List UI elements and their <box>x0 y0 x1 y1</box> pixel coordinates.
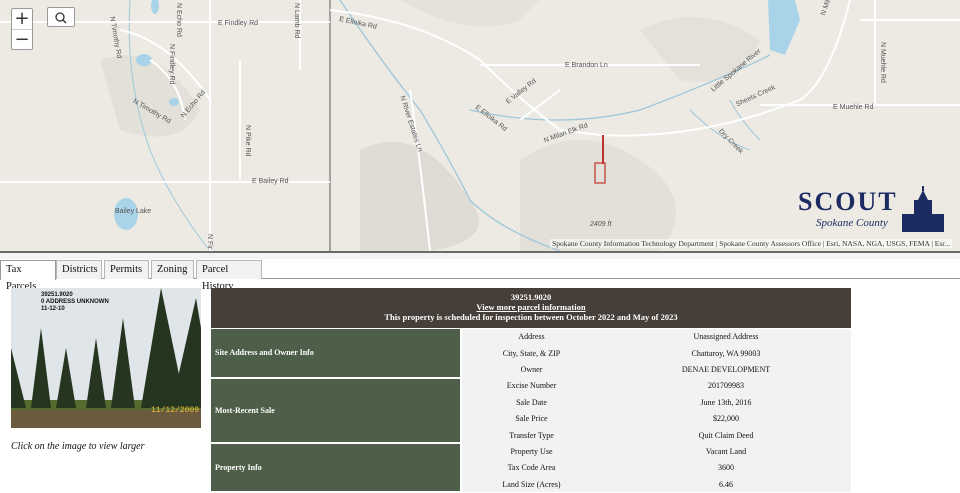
map-view[interactable]: + − N Timothy Rd N Echo Rd E Findley Rd … <box>0 0 960 251</box>
tab-parcel-history[interactable]: Parcel History <box>196 260 262 292</box>
field-value: June 13th, 2016 <box>601 394 851 411</box>
tab-zoning[interactable]: Zoning <box>151 260 194 279</box>
scout-logo: SCOUT Spokane County <box>798 189 948 237</box>
logo-title: SCOUT <box>798 187 898 216</box>
section-recent-sale: Most-Recent Sale <box>211 377 462 445</box>
photo-date: 11/12/2009 <box>151 406 200 415</box>
photo-stamp-line: 39251.9020 <box>41 292 73 298</box>
photo-caption: Click on the image to view larger <box>11 441 145 452</box>
field-label: Sale Date <box>461 394 601 411</box>
field-value: Chattaroy, WA 99003 <box>601 344 851 362</box>
parcel-header-row: 39251.9020 View more parcel information … <box>211 288 851 329</box>
map-attribution: Spokane County Information Technology De… <box>550 239 952 248</box>
field-value: Unassigned Address <box>601 328 851 345</box>
parcel-header: 39251.9020 View more parcel information … <box>211 288 851 329</box>
road-label: N Fir <box>206 234 213 250</box>
field-label: Excise Number <box>461 377 601 395</box>
photo-stamp-line: 11-12-10 <box>41 306 65 312</box>
table-row: Most-Recent Sale Excise Number 201709983 <box>211 377 851 445</box>
panel-splitter[interactable] <box>0 251 960 259</box>
road-label: N Pike Rd <box>244 125 251 157</box>
field-value: 3600 <box>601 459 851 477</box>
parcel-number: 39251.9020 <box>510 292 552 302</box>
logo-subtitle: Spokane County <box>816 217 888 229</box>
inspection-notice: This property is scheduled for inspectio… <box>384 312 678 322</box>
field-label: Tax Code Area <box>461 459 601 477</box>
zoom-in-button[interactable]: + <box>12 9 32 29</box>
lake-label: Bailey Lake <box>115 208 152 215</box>
road-label: E Muehle Rd <box>833 104 874 111</box>
road-label: N Findley Rd <box>168 44 175 85</box>
road-label: E Brandon Ln <box>565 62 608 69</box>
field-label: Address <box>461 328 601 345</box>
parcel-info-table: 39251.9020 View more parcel information … <box>211 288 851 493</box>
photo-stamp: 39251.9020 0 ADDRESS UNKNOWN 11-12-10 <box>41 292 109 313</box>
section-site-address: Site Address and Owner Info <box>211 328 462 379</box>
zoom-control: + − <box>11 8 33 50</box>
search-icon <box>55 12 67 24</box>
table-row: Property Info Property Use Vacant Land <box>211 443 851 493</box>
field-label: City, State, & ZIP <box>461 344 601 362</box>
field-value: Quit Claim Deed <box>601 426 851 444</box>
road-label: N Lamb Rd <box>293 3 300 39</box>
section-property-info: Property Info <box>211 443 462 493</box>
tab-districts[interactable]: Districts <box>56 260 102 279</box>
field-value: 201709983 <box>601 377 851 395</box>
search-button[interactable] <box>47 7 75 27</box>
tab-bar: Tax Parcels Districts Permits Zoning Par… <box>0 259 960 292</box>
zoom-out-button[interactable]: − <box>12 29 32 49</box>
road-label: N Muehle Rd <box>879 42 886 83</box>
tab-tax-parcels[interactable]: Tax Parcels <box>0 260 56 292</box>
field-label: Transfer Type <box>461 426 601 444</box>
elevation-label: 2409 ft <box>590 221 612 228</box>
field-label: Owner <box>461 361 601 378</box>
field-value: DENAE DEVELOPMENT <box>601 361 851 378</box>
tab-permits[interactable]: Permits <box>104 260 149 279</box>
road-label: N Echo Rd <box>175 3 182 37</box>
view-parcel-info-link[interactable]: View more parcel information <box>476 302 585 312</box>
field-value: Vacant Land <box>601 443 851 460</box>
photo-stamp-line: 0 ADDRESS UNKNOWN <box>41 299 109 305</box>
field-label: Sale Price <box>461 410 601 427</box>
table-row: Site Address and Owner Info Address Unas… <box>211 328 851 379</box>
parcel-photo[interactable]: 39251.9020 0 ADDRESS UNKNOWN 11-12-10 11… <box>11 288 201 428</box>
road-label: E Bailey Rd <box>252 178 289 185</box>
road-label: E Findley Rd <box>218 20 259 27</box>
field-label: Property Use <box>461 443 601 460</box>
field-value: $22,000 <box>601 410 851 427</box>
